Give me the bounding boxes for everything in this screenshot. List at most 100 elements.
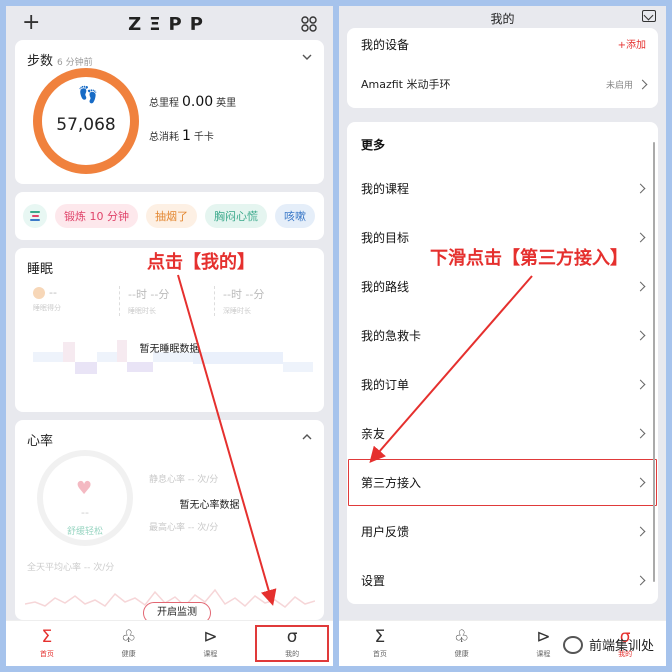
tab-courses-label: 课程 xyxy=(536,650,551,658)
deep-sleep-label: 深睡时长 xyxy=(223,307,251,315)
tab-courses[interactable]: ⊳ 课程 xyxy=(170,621,252,666)
list-menu-icon[interactable] xyxy=(23,204,47,228)
tab-health-label: 健康 xyxy=(454,650,469,658)
grid-icon[interactable] xyxy=(301,16,317,32)
watermark-text: 前端集训处 xyxy=(588,639,654,654)
scrollbar[interactable] xyxy=(653,142,655,582)
heart-rate-card[interactable]: 心率 ♥ -- 舒缓轻松 静息心率 -- 次/分 暂无心率数据 最高心率 -- … xyxy=(15,420,324,624)
tab-courses-label: 课程 xyxy=(203,650,218,658)
tab-home[interactable]: Σ 首页 xyxy=(6,621,88,666)
tab-home[interactable]: Σ 首页 xyxy=(339,621,421,666)
menu-third-party-access[interactable]: 第三方接入 xyxy=(347,458,658,507)
more-title: 更多 xyxy=(361,138,386,152)
quick-record-bar: 锻炼 10 分钟 抽烟了 胸闷心慌 咳嗽 xyxy=(15,192,324,240)
plus-icon[interactable]: + xyxy=(22,10,40,35)
menu-emergency-card[interactable]: 我的急救卡 xyxy=(347,311,658,360)
chip-exercise[interactable]: 锻炼 10 分钟 xyxy=(55,204,138,228)
moon-icon xyxy=(33,287,45,299)
distance-stat: 总里程 0.00 英里 xyxy=(149,94,236,110)
menu-label: 我的急救卡 xyxy=(361,329,422,343)
steps-title: 步数 6 分钟前 xyxy=(27,50,93,69)
heart-title: 心率 xyxy=(27,434,54,449)
right-phone-screen: 我的 我的设备 +添加 Amazfit 米动手环 未启用 更多 我的课程 我的目… xyxy=(339,6,666,666)
menu-label: 我的路线 xyxy=(361,280,410,294)
chevron-right-icon xyxy=(635,477,646,488)
sleep-no-data: 暂无睡眠数据 xyxy=(139,344,200,355)
steps-count: 57,068 xyxy=(56,115,116,135)
distance-label: 总里程 xyxy=(149,98,179,109)
sleep-duration-label: 睡眠时长 xyxy=(128,307,156,315)
sleep-duration-value: --时 --分 xyxy=(128,288,170,301)
calories-stat: 总消耗 1 千卡 xyxy=(149,128,214,144)
sleep-score: -- 睡眠得分 xyxy=(25,286,120,316)
menu-settings[interactable]: 设置 xyxy=(347,556,658,605)
distance-unit: 英里 xyxy=(216,98,237,109)
left-phone-screen: + ΖΞΡΡ 步数 6 分钟前 👣 57,068 总里程 0.00 英里 总消耗 1 千卡 xyxy=(6,6,333,666)
home-sigma-icon: Σ xyxy=(374,627,386,647)
tab-home-label: 首页 xyxy=(372,650,387,658)
page-title: 我的 xyxy=(490,12,515,26)
chevron-up-icon[interactable] xyxy=(302,432,312,442)
menu-label: 设置 xyxy=(361,574,386,588)
tab-mine-label: 我的 xyxy=(285,650,300,658)
device-row[interactable]: Amazfit 米动手环 未启用 xyxy=(361,76,648,92)
tab-mine[interactable]: σ 我的 xyxy=(251,621,333,666)
distance-value: 0.00 xyxy=(182,94,214,110)
menu-friends[interactable]: 亲友 xyxy=(347,409,658,458)
chevron-right-icon xyxy=(635,575,646,586)
chip-chest-tightness[interactable]: 胸闷心慌 xyxy=(205,204,267,228)
heart-no-data: 暂无心率数据 xyxy=(179,500,240,511)
courses-icon: ⊳ xyxy=(203,627,218,647)
annotation-tap-mine: 点击【我的】 xyxy=(147,252,255,273)
chevron-right-icon xyxy=(635,379,646,390)
menu-label: 我的订单 xyxy=(361,378,410,392)
chevron-right-icon xyxy=(637,79,648,89)
allday-average-heart-rate: 全天平均心率 -- 次/分 xyxy=(27,563,115,573)
menu-label: 第三方接入 xyxy=(361,476,422,490)
chevron-right-icon xyxy=(635,428,646,439)
courses-icon: ⊳ xyxy=(536,627,551,647)
deep-sleep: --时 --分 深睡时长 xyxy=(215,286,310,316)
tab-health[interactable]: ♧ 健康 xyxy=(88,621,170,666)
zepp-logo: ΖΞΡΡ xyxy=(128,13,211,35)
footprints-icon: 👣 xyxy=(78,85,98,104)
add-device-button[interactable]: +添加 xyxy=(618,36,646,51)
heart-rate-zone: 舒缓轻松 xyxy=(66,527,103,537)
sleep-title: 睡眠 xyxy=(27,262,54,277)
chevron-right-icon xyxy=(635,281,646,292)
menu-my-orders[interactable]: 我的订单 xyxy=(347,360,658,409)
calories-value: 1 xyxy=(182,128,191,144)
home-sigma-icon: Σ xyxy=(41,627,53,647)
profile-icon: σ xyxy=(286,627,298,647)
menu-label: 我的目标 xyxy=(361,231,410,245)
calories-unit: 千卡 xyxy=(193,132,214,143)
menu-label: 用户反馈 xyxy=(361,525,410,539)
tab-home-label: 首页 xyxy=(39,650,54,658)
menu-feedback[interactable]: 用户反馈 xyxy=(347,507,658,556)
steps-ring: 👣 57,068 xyxy=(33,68,139,174)
devices-card: 我的设备 +添加 Amazfit 米动手环 未启用 xyxy=(347,28,658,108)
chevron-down-icon[interactable] xyxy=(302,52,312,62)
more-card: 更多 我的课程 我的目标 我的路线 我的急救卡 我的订单 亲友 第三方接入 用户… xyxy=(347,122,658,604)
tab-health[interactable]: ♧ 健康 xyxy=(421,621,503,666)
sleep-score-label: 睡眠得分 xyxy=(33,304,61,312)
steps-title-text: 步数 xyxy=(27,54,54,69)
chevron-right-icon xyxy=(635,183,646,194)
health-icon: ♧ xyxy=(121,627,137,647)
chevron-right-icon xyxy=(635,232,646,243)
steps-card[interactable]: 步数 6 分钟前 👣 57,068 总里程 0.00 英里 总消耗 1 千卡 xyxy=(15,40,324,184)
chip-cough[interactable]: 咳嗽 xyxy=(275,204,315,228)
chevron-right-icon xyxy=(635,526,646,537)
tab-health-label: 健康 xyxy=(121,650,136,658)
menu-my-courses[interactable]: 我的课程 xyxy=(347,164,658,213)
chip-smoking[interactable]: 抽烟了 xyxy=(146,204,197,228)
sleep-duration: --时 --分 睡眠时长 xyxy=(120,286,215,316)
resting-heart-rate: 静息心率 -- 次/分 xyxy=(149,475,219,485)
steps-updated-time: 6 分钟前 xyxy=(57,58,93,68)
sleep-score-value: -- xyxy=(49,286,57,299)
device-status: 未启用 xyxy=(605,80,633,91)
mail-icon[interactable] xyxy=(642,10,656,22)
app-header: + ΖΞΡΡ xyxy=(6,6,333,42)
devices-title: 我的设备 xyxy=(361,38,410,52)
health-icon: ♧ xyxy=(454,627,470,647)
